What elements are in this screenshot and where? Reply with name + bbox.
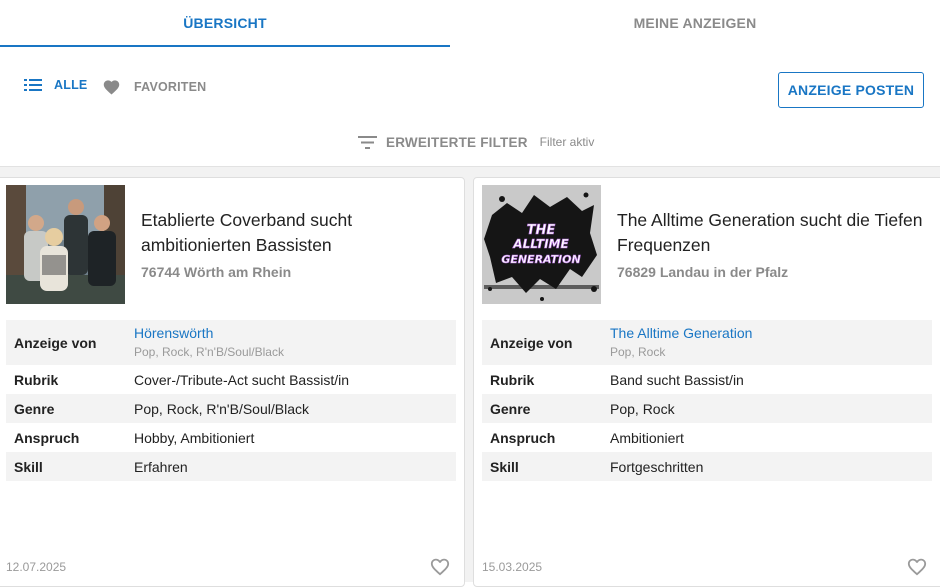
owner-link[interactable]: The Alltime Generation [610,325,932,341]
band-photo[interactable] [6,185,125,304]
detail-label: Anzeige von [490,334,573,351]
ad-title[interactable]: The Alltime Generation sucht die Tiefen … [617,208,937,258]
owner-genres: Pop, Rock [610,345,666,359]
ad-card[interactable]: THE ALLTIME GENERATION The Alltime Gener… [473,177,940,587]
detail-value: Hörenswörth Pop, Rock, R'n'B/Soul/Black [134,325,456,360]
detail-value: Pop, Rock, R'n'B/Soul/Black [134,400,309,417]
detail-value: Cover-/Tribute-Act sucht Bassist/in [134,371,349,388]
filter-lines-icon [358,135,377,149]
filter-all-label: ALLE [54,78,88,92]
favorite-button[interactable] [429,556,451,581]
ad-details: Anzeige von Hörenswörth Pop, Rock, R'n'B… [6,320,456,481]
heart-outline-icon [430,558,450,576]
detail-label: Skill [14,458,43,475]
detail-row-owner: Anzeige von The Alltime Generation Pop, … [482,320,932,365]
favorite-button[interactable] [906,556,928,581]
advanced-filter-label: ERWEITERTE FILTER [386,134,528,150]
detail-label: Anspruch [490,429,556,446]
detail-label: Anspruch [14,429,80,446]
logo-text: THE [527,223,556,238]
ad-details: Anzeige von The Alltime Generation Pop, … [482,320,932,481]
detail-value: Fortgeschritten [610,458,704,475]
detail-label: Genre [490,400,531,417]
detail-label: Rubrik [14,371,59,388]
detail-row-ambition: Anspruch Ambitioniert [482,423,932,452]
logo-text: ALLTIME [512,237,569,251]
ad-date: 12.07.2025 [6,560,67,574]
detail-row-owner: Anzeige von Hörenswörth Pop, Rock, R'n'B… [6,320,456,365]
detail-value: Erfahren [134,458,188,475]
tab-bar: ÜBERSICHT MEINE ANZEIGEN [0,0,940,48]
owner-link[interactable]: Hörenswörth [134,325,456,341]
ad-location: 76829 Landau in der Pfalz [617,264,789,280]
filter-favorites-label: FAVORITEN [134,79,207,94]
detail-label: Anzeige von [14,334,97,351]
filter-all-button[interactable]: ALLE [24,78,87,92]
toolbar: ALLE FAVORITEN ANZEIGE POSTEN [0,70,940,110]
detail-label: Rubrik [490,371,535,388]
detail-label: Genre [14,400,55,417]
detail-row-category: Rubrik Cover-/Tribute-Act sucht Bassist/… [6,365,456,394]
detail-value: Hobby, Ambitioniert [134,429,255,446]
detail-row-skill: Skill Erfahren [6,452,456,481]
list-icon [24,79,42,91]
detail-value: The Alltime Generation Pop, Rock [610,325,932,360]
detail-row-category: Rubrik Band sucht Bassist/in [482,365,932,394]
tab-my-ads[interactable]: MEINE ANZEIGEN [450,0,940,46]
detail-row-skill: Skill Fortgeschritten [482,452,932,481]
detail-row-ambition: Anspruch Hobby, Ambitioniert [6,423,456,452]
post-ad-button[interactable]: ANZEIGE POSTEN [778,72,924,108]
logo-text: GENERATION [501,253,580,266]
owner-genres: Pop, Rock, R'n'B/Soul/Black [134,345,284,359]
detail-row-genre: Genre Pop, Rock, R'n'B/Soul/Black [6,394,456,423]
ad-card[interactable]: Etablierte Coverband sucht ambitionierte… [0,177,465,587]
heart-outline-icon [907,558,927,576]
ad-title[interactable]: Etablierte Coverband sucht ambitionierte… [141,208,441,258]
detail-value: Pop, Rock [610,400,675,417]
ad-date: 15.03.2025 [482,560,543,574]
filter-status-text: Filter aktiv [539,135,595,149]
heart-filled-icon [103,80,120,95]
ad-location: 76744 Wörth am Rhein [141,264,292,280]
ad-list: Etablierte Coverband sucht ambitionierte… [0,166,940,587]
filter-favorites-button[interactable]: FAVORITEN [102,78,206,95]
detail-label: Skill [490,458,519,475]
detail-value: Ambitioniert [610,429,684,446]
tab-overview[interactable]: ÜBERSICHT [0,0,450,47]
band-logo[interactable]: THE ALLTIME GENERATION [482,185,601,304]
advanced-filter-button[interactable]: ERWEITERTE FILTER Filter aktiv [358,131,594,153]
detail-row-genre: Genre Pop, Rock [482,394,932,423]
detail-value: Band sucht Bassist/in [610,371,744,388]
